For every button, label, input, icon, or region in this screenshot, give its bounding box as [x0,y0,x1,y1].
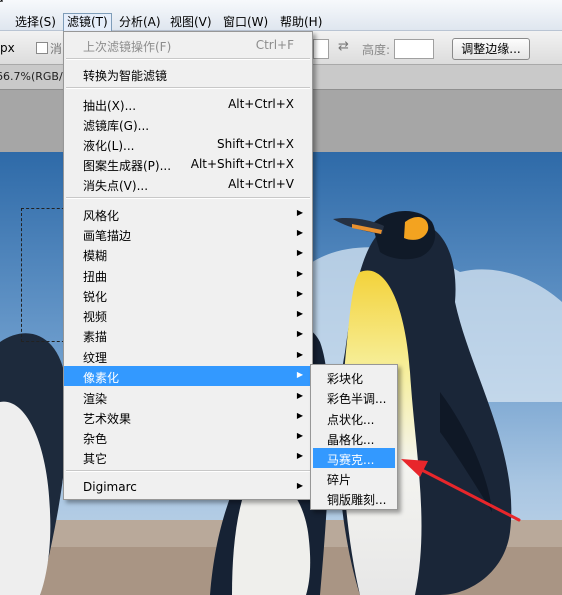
submenu-item-mosaic[interactable]: 马赛克... [313,448,395,468]
menu-bar: d 选择(S) 滤镜(T) 分析(A) 视图(V) 窗口(W) 帮助(H) [0,0,562,32]
menu-item-sharpen[interactable]: 锐化 ▶ [64,285,312,305]
submenu-arrow-icon: ▶ [296,481,303,490]
menu-separator [66,470,310,472]
refine-edge-button[interactable]: 调整边缘... [452,38,530,60]
checkbox-label: 消 [50,42,63,56]
menu-view[interactable]: 视图(V) [167,14,215,31]
menu-item-sketch[interactable]: 素描 ▶ [64,325,312,345]
menu-item-other[interactable]: 其它 ▶ [64,447,312,467]
submenu-item-mezzotint[interactable]: 铜版雕刻... [311,488,397,508]
menu-item-liquify[interactable]: 液化(L)... Shift+Ctrl+X [64,134,312,154]
menu-help[interactable]: 帮助(H) [277,14,325,31]
menu-item-vanishing-point[interactable]: 消失点(V)... Alt+Ctrl+V [64,174,312,194]
menu-item-distort[interactable]: 扭曲 ▶ [64,265,312,285]
menu-analysis[interactable]: 分析(A) [116,14,164,31]
menu-item-texture[interactable]: 纹理 ▶ [64,346,312,366]
submenu-arrow-icon: ▶ [296,431,303,440]
submenu-arrow-icon: ▶ [296,289,303,298]
submenu-arrow-icon: ▶ [296,228,303,237]
menu-window[interactable]: 窗口(W) [220,14,271,31]
width-field[interactable] [313,39,329,59]
menu-item-stylize[interactable]: 风格化 ▶ [64,204,312,224]
submenu-arrow-icon: ▶ [296,269,303,278]
menu-item-last-filter: 上次滤镜操作(F) Ctrl+F [83,38,294,54]
menu-separator [66,197,310,199]
feather-value-fragment[interactable]: px [0,41,15,55]
document-title: 66.7%(RGB/ [0,70,63,83]
anti-alias-checkbox[interactable] [36,42,48,54]
menu-item-filter-gallery[interactable]: 滤镜库(G)... [64,114,312,134]
submenu-arrow-icon: ▶ [296,391,303,400]
menu-item-brush-strokes[interactable]: 画笔描边 ▶ [64,224,312,244]
menu-separator [66,58,310,60]
submenu-item-crystallize[interactable]: 晶格化... [311,428,397,448]
submenu-arrow-icon: ▶ [296,208,303,217]
pixelate-submenu: 彩块化 彩色半调... 点状化... 晶格化... 马赛克... 碎片 铜版雕刻… [310,364,398,510]
menu-item-render[interactable]: 渲染 ▶ [64,387,312,407]
menu-item-digimarc[interactable]: Digimarc ▶ [64,477,312,497]
submenu-arrow-icon: ▶ [296,411,303,420]
submenu-item-fragment[interactable]: 碎片 [311,468,397,488]
menu-item-video[interactable]: 视频 ▶ [64,305,312,325]
submenu-item-facet[interactable]: 彩块化 [311,367,397,387]
menu-separator [66,87,310,89]
height-field[interactable] [394,39,434,59]
submenu-arrow-icon: ▶ [296,370,303,379]
menu-item-pixelate[interactable]: 像素化 ▶ [64,366,312,386]
penguin-right-head [372,210,436,260]
height-label: 高度: [362,43,391,57]
submenu-item-color-halftone[interactable]: 彩色半调... [311,387,397,407]
menu-item-extract[interactable]: 抽出(X)... Alt+Ctrl+X [64,94,312,114]
submenu-arrow-icon: ▶ [296,309,303,318]
submenu-arrow-icon: ▶ [296,248,303,257]
submenu-item-pointillize[interactable]: 点状化... [311,408,397,428]
submenu-arrow-icon: ▶ [296,350,303,359]
menu-item-noise[interactable]: 杂色 ▶ [64,427,312,447]
window-title-fragment: d [0,0,4,5]
filter-menu: 上次滤镜操作(F) Ctrl+F 转换为智能滤镜 抽出(X)... Alt+Ct… [63,31,313,500]
menu-item-artistic[interactable]: 艺术效果 ▶ [64,407,312,427]
menu-filter[interactable]: 滤镜(T) [63,13,112,32]
swap-icon[interactable]: ⇄ [338,39,349,54]
menu-item-convert-smart-filter[interactable]: 转换为智能滤镜 [64,64,312,84]
menu-select[interactable]: 选择(S) [12,14,59,31]
submenu-arrow-icon: ▶ [296,451,303,460]
menu-item-pattern-maker[interactable]: 图案生成器(P)... Alt+Shift+Ctrl+X [64,154,312,174]
menu-item-blur[interactable]: 模糊 ▶ [64,244,312,264]
submenu-arrow-icon: ▶ [296,329,303,338]
